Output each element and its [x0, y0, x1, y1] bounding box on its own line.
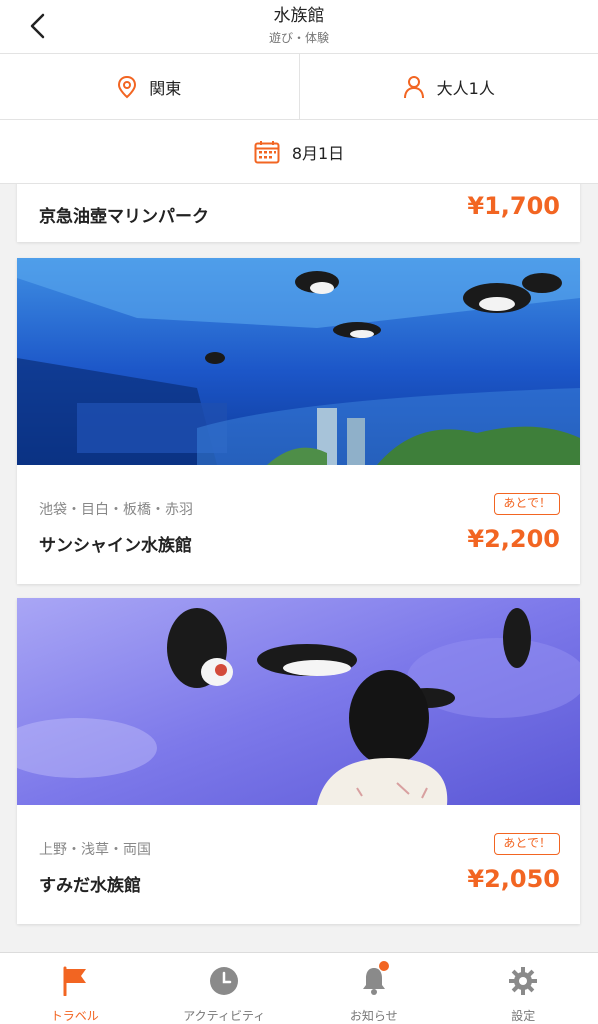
- tab-label: お知らせ: [349, 1009, 398, 1023]
- aquarium-card[interactable]: 上野・浅草・両国 すみだ水族館 あとで！ ¥2,050: [17, 598, 580, 924]
- page-title: 水族館: [273, 6, 325, 26]
- card-name: サンシャイン水族館: [39, 536, 192, 556]
- tab-settings[interactable]: 設定: [449, 953, 598, 1024]
- filter-row: 関東 大人1人: [0, 54, 598, 120]
- aquarium-list: 京急油壺マリンパーク ¥1,700 池袋・目白・板橋・赤羽 サンシャイン水族館 …: [0, 184, 598, 952]
- tab-notifications[interactable]: お知らせ: [299, 953, 449, 1024]
- chevron-left-icon: [30, 13, 45, 39]
- tab-label: トラベル: [50, 1009, 99, 1023]
- tab-activity[interactable]: アクティビティ: [150, 953, 300, 1024]
- card-price: ¥2,200: [467, 525, 560, 553]
- gear-icon: [509, 967, 538, 995]
- page-subtitle: 遊び・体験: [268, 31, 329, 45]
- guests-label: 大人1人: [436, 78, 495, 98]
- notification-dot: [379, 961, 389, 971]
- card-area: 上野・浅草・両国: [39, 842, 151, 858]
- card-price: ¥2,050: [467, 865, 560, 893]
- clock-icon: [210, 967, 239, 995]
- date-filter[interactable]: 8月1日: [0, 120, 598, 184]
- date-label: 8月1日: [291, 143, 345, 163]
- guests-filter[interactable]: 大人1人: [298, 54, 598, 119]
- nav-header: 水族館 遊び・体験: [0, 0, 598, 54]
- calendar-icon: [254, 140, 280, 163]
- later-badge: あとで！: [494, 493, 560, 515]
- card-name: すみだ水族館: [39, 876, 141, 896]
- card-photo: [17, 598, 580, 805]
- aquarium-card[interactable]: 池袋・目白・板橋・赤羽 サンシャイン水族館 あとで！ ¥2,200: [17, 258, 580, 584]
- card-body: 上野・浅草・両国 すみだ水族館 あとで！ ¥2,050: [17, 805, 580, 924]
- tab-bar: トラベル アクティビティ お知らせ 設定: [0, 952, 598, 1024]
- tab-travel[interactable]: トラベル: [0, 953, 150, 1024]
- location-pin-icon: [118, 75, 137, 98]
- card-price: ¥1,700: [467, 192, 560, 220]
- later-badge: あとで！: [494, 833, 560, 855]
- tab-label: アクティビティ: [183, 1009, 266, 1023]
- person-icon: [403, 75, 424, 98]
- tab-label: 設定: [511, 1009, 536, 1023]
- card-body: 池袋・目白・板橋・赤羽 サンシャイン水族館 あとで！ ¥2,200: [17, 465, 580, 584]
- card-photo: [17, 258, 580, 465]
- card-area: 池袋・目白・板橋・赤羽: [39, 502, 193, 518]
- card-name: 京急油壺マリンパーク: [39, 207, 209, 227]
- back-button[interactable]: [26, 12, 50, 40]
- region-filter[interactable]: 関東: [0, 54, 299, 119]
- region-label: 関東: [149, 78, 182, 98]
- flag-icon: [63, 966, 86, 996]
- aquarium-card[interactable]: 京急油壺マリンパーク ¥1,700: [17, 184, 580, 242]
